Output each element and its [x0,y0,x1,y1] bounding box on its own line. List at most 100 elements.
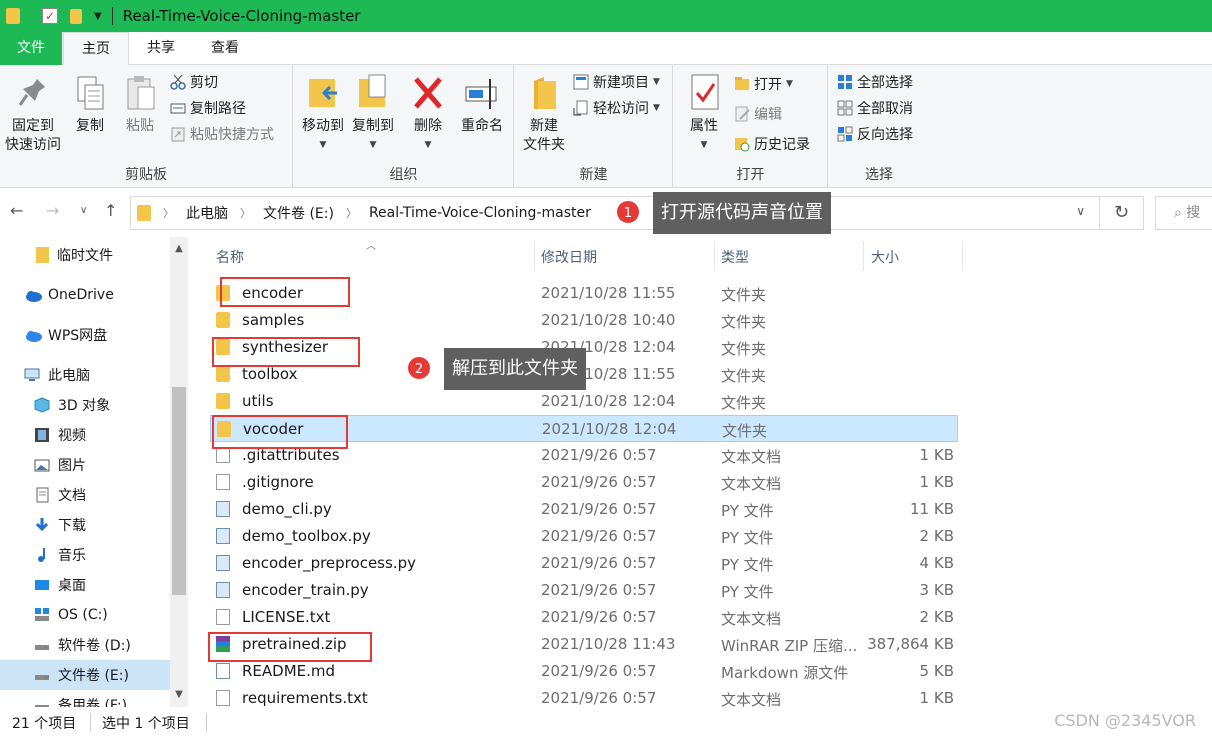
python-file-icon [216,501,230,517]
invert-selection-button[interactable]: 反向选择 [837,123,913,145]
nav-item-downloads[interactable]: 下载 [0,510,170,540]
new-folder-button[interactable]: 新建 文件夹 [519,73,569,155]
nav-scrollbar-thumb[interactable] [172,387,186,595]
pin-icon [15,73,51,113]
nav-item-music[interactable]: 音乐 [0,540,170,570]
select-all-button[interactable]: 全部选择 [837,71,913,93]
column-divider[interactable] [714,241,715,271]
nav-item-drive-e[interactable]: 文件卷 (E:) [0,660,170,690]
easy-access-button[interactable]: 轻松访问 ▼ [573,97,660,119]
new-folder-quick-icon[interactable] [70,8,82,24]
column-divider[interactable] [962,241,963,271]
file-date: 2021/9/26 0:57 [541,527,657,545]
up-arrow-icon[interactable]: ↑ [104,201,117,220]
copy-to-icon [355,73,391,113]
copy-path-icon [170,100,186,116]
file-row[interactable]: encoder_train.py 2021/9/26 0:57 PY 文件 3 KB [210,577,958,604]
pin-label: 固定到 快速访问 [5,118,61,153]
column-divider[interactable] [534,241,535,271]
breadcrumb-drive-e[interactable]: 文件卷 (E:) [263,203,334,223]
file-row[interactable]: demo_toolbox.py 2021/9/26 0:57 PY 文件 2 KB [210,523,958,550]
file-name: README.md [242,662,336,680]
breadcrumb-repo-folder[interactable]: Real-Time-Voice-Cloning-master [369,205,591,221]
column-header-name[interactable]: 名称 ︿ [216,241,376,273]
nav-item-drive-c[interactable]: OS (C:) [0,600,170,630]
open-label: 打开 [754,77,782,93]
properties-button[interactable]: 属性 ▼ [682,73,726,155]
nav-item-videos[interactable]: 视频 [0,420,170,450]
address-dropdown-icon[interactable]: ∨ [1076,204,1085,218]
chevron-down-icon[interactable]: ▼ [170,689,188,700]
item-count: 21 个项目 [12,716,77,732]
nav-item-desktop[interactable]: 桌面 [0,570,170,600]
nav-item-wps-drive[interactable]: WPS网盘 [0,320,170,350]
nav-item-label: 备用卷 (F:) [58,698,128,707]
file-row[interactable]: encoder_preprocess.py 2021/9/26 0:57 PY 文件… [210,550,958,577]
nav-item-drive-d[interactable]: 软件卷 (D:) [0,630,170,660]
recent-locations-icon[interactable]: ∨ [80,205,87,216]
tab-view[interactable]: 查看 [195,32,255,65]
file-row[interactable]: LICENSE.txt 2021/9/26 0:57 文本文档 2 KB [210,604,958,631]
file-name: encoder_train.py [242,581,369,599]
move-to-icon [305,73,341,113]
copy-path-button[interactable]: 复制路径 [170,97,246,119]
nav-item-label: 下载 [58,518,86,534]
file-row[interactable]: README.md 2021/9/26 0:57 Markdown 源文件 5 KB [210,658,958,685]
file-row[interactable]: requirements.txt 2021/9/26 0:57 文本文档 1 KB [210,685,958,707]
copy-button[interactable]: 复制 [68,73,112,136]
back-arrow-icon[interactable]: ← [10,201,23,220]
new-item-button[interactable]: 新建项目 ▼ [573,71,660,93]
computer-icon [24,367,40,383]
paste-shortcut-button[interactable]: 粘贴快捷方式 [170,123,274,145]
column-header-type[interactable]: 类型 [721,247,749,273]
nav-item-pictures[interactable]: 图片 [0,450,170,480]
file-row[interactable]: .gitignore 2021/9/26 0:57 文本文档 1 KB [210,469,958,496]
nav-item-temp-files[interactable]: 临时文件 [0,240,170,270]
nav-item-this-pc[interactable]: 此电脑 [0,360,170,390]
column-divider[interactable] [863,241,864,271]
chevron-right-icon: 〉 [163,207,174,220]
annotation-callout-2: 解压到此文件夹 [444,348,586,390]
cut-button[interactable]: 剪切 [170,71,218,93]
breadcrumb-this-pc[interactable]: 此电脑 [186,203,228,223]
copy-icon [72,73,108,113]
nav-scrollbar[interactable]: ▲ ▼ [170,237,188,707]
folder-icon [137,205,151,221]
rename-button[interactable]: 重命名 [454,73,510,136]
music-icon [34,547,50,563]
delete-button[interactable]: 删除 ▼ [408,73,448,155]
refresh-icon[interactable]: ↻ [1100,196,1144,230]
column-header-size[interactable]: 大小 [871,247,899,273]
edit-button[interactable]: 编辑 [734,103,782,125]
properties-quick-icon[interactable]: ✓ [42,8,58,24]
pin-quick-access-button[interactable]: 固定到 快速访问 [2,73,64,155]
history-button[interactable]: 历史记录 [734,133,810,155]
nav-item-label: 临时文件 [57,248,113,264]
tab-home[interactable]: 主页 [63,32,129,66]
search-box[interactable]: ⌕ 搜 [1155,196,1212,230]
file-date: 2021/9/26 0:57 [541,581,657,599]
customize-quick-access-icon[interactable]: ▼ [94,11,102,22]
file-date: 2021/9/26 0:57 [541,473,657,491]
file-row[interactable]: demo_cli.py 2021/9/26 0:57 PY 文件 11 KB [210,496,958,523]
nav-item-drive-f[interactable]: 备用卷 (F:) [0,690,170,707]
nav-item-3d-objects[interactable]: 3D 对象 [0,390,170,420]
text-file-icon [216,690,230,706]
tab-file[interactable]: 文件 [0,32,62,65]
chevron-up-icon[interactable]: ▲ [170,243,188,254]
move-to-button[interactable]: 移动到 ▼ [298,73,348,155]
file-row[interactable]: utils 2021/10/28 12:04 文件夹 [210,388,958,415]
status-divider [206,713,207,731]
file-type: 文本文档 [721,610,782,628]
file-row[interactable]: samples 2021/10/28 10:40 文件夹 [210,307,958,334]
select-none-button[interactable]: 全部取消 [837,97,913,119]
file-date: 2021/9/26 0:57 [541,689,657,707]
nav-item-documents[interactable]: 文档 [0,480,170,510]
tab-share[interactable]: 共享 [131,32,191,65]
open-button[interactable]: 打开 ▼ [734,73,793,95]
forward-arrow-icon[interactable]: → [46,201,59,220]
column-header-date[interactable]: 修改日期 [541,247,597,273]
nav-item-onedrive[interactable]: OneDrive [0,280,170,310]
paste-button[interactable]: 粘贴 [118,73,162,136]
copy-to-button[interactable]: 复制到 ▼ [348,73,398,155]
